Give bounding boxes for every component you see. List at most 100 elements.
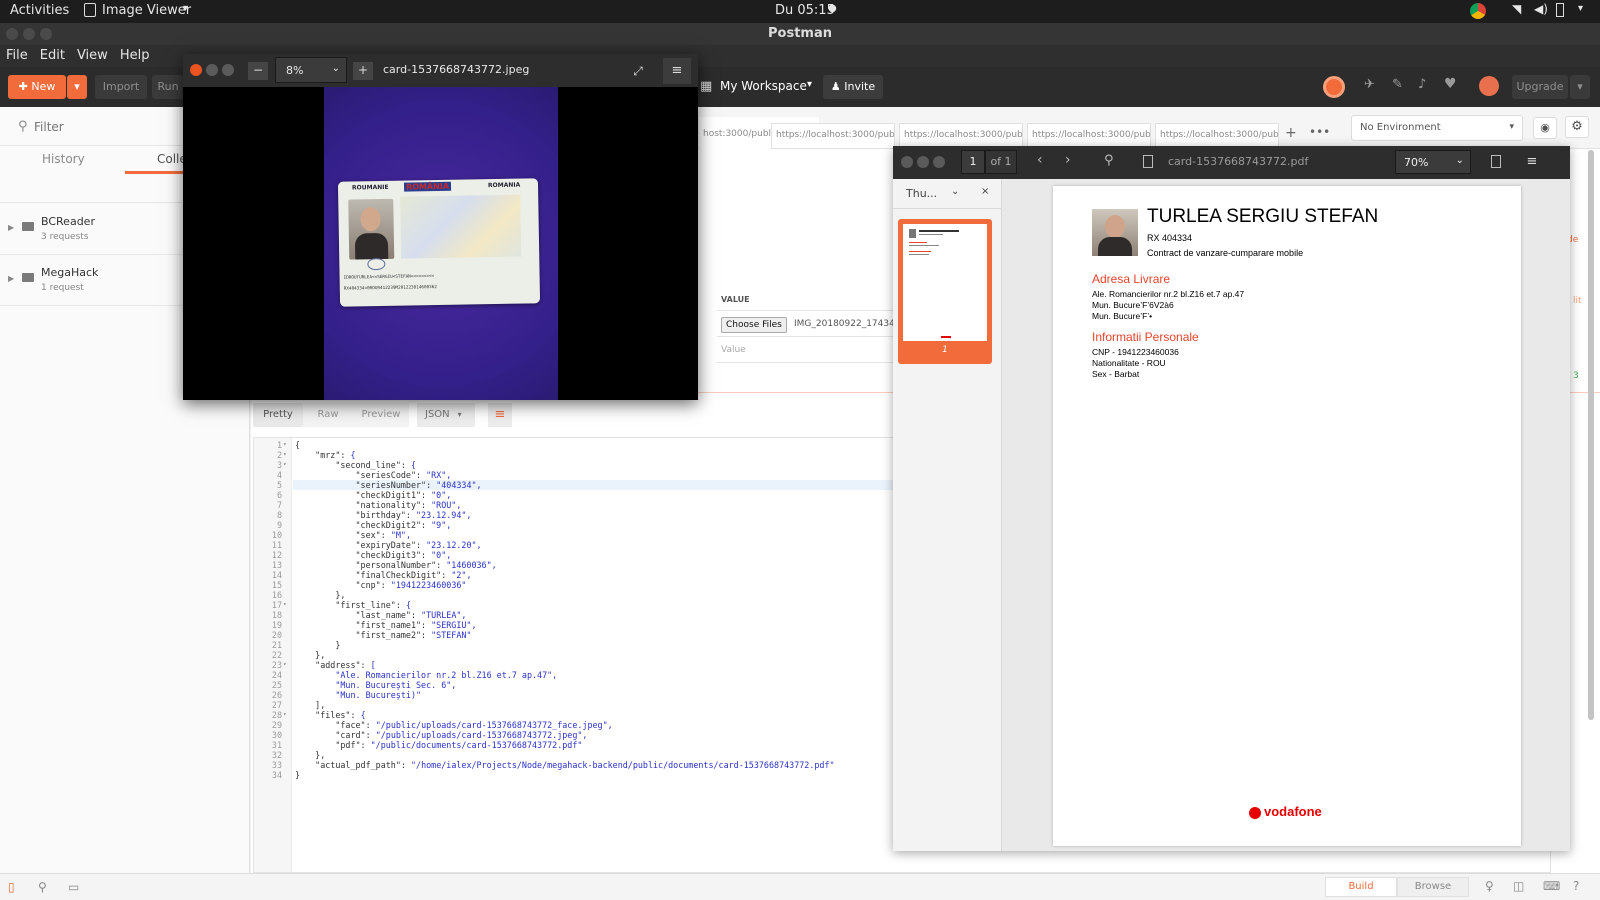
avatar[interactable] [1479, 76, 1499, 96]
choose-files-button[interactable]: Choose Files [721, 317, 787, 333]
close-sidebar-icon[interactable]: × [981, 186, 989, 197]
line-number: 5 [276, 480, 282, 490]
bulk-edit-fragment[interactable]: lit [1573, 296, 1582, 306]
annotations-icon[interactable] [1491, 155, 1501, 168]
tab-pretty[interactable]: Pretty [253, 403, 303, 427]
new-button[interactable]: ✚ New [8, 75, 66, 99]
bell-icon[interactable]: ♪ [1418, 77, 1426, 92]
lightbulb-icon[interactable]: ♀ [1485, 879, 1494, 893]
fullscreen-icon[interactable]: ⤢ [627, 61, 649, 81]
zoom-level-select[interactable]: 8% ⌄ [275, 57, 347, 83]
wifi-icon[interactable]: ◥ [1512, 2, 1521, 16]
activities-button[interactable]: Activities [10, 3, 69, 18]
code-line: "Ale. Romancierilor nr.2 bl.Z16 et.7 ap.… [295, 670, 558, 680]
satellite-icon[interactable]: ✈ [1364, 77, 1375, 92]
page-number-input[interactable]: 1 [961, 150, 985, 174]
code-line: "birthday": "23.12.94", [295, 510, 472, 520]
tab-history[interactable]: History [42, 152, 85, 166]
console-icon[interactable]: ▭ [68, 880, 79, 894]
wrench-icon[interactable]: ✎ [1392, 77, 1403, 92]
caret-right-icon[interactable]: ▶ [8, 274, 14, 283]
minimize-icon[interactable] [206, 64, 218, 76]
menu-file[interactable]: File [0, 45, 34, 63]
maximize-icon[interactable] [222, 64, 234, 76]
close-icon[interactable] [190, 64, 202, 76]
fold-toggle-icon [283, 730, 293, 740]
document-properties-icon[interactable] [1143, 155, 1153, 168]
fold-toggle-icon [283, 760, 293, 770]
maximize-icon[interactable] [40, 28, 52, 40]
request-tab[interactable]: https://localhost:3000/publi [771, 123, 895, 149]
chevron-down-icon[interactable]: ⌄ [951, 186, 959, 197]
hamburger-menu-icon[interactable]: ≡ [1518, 150, 1546, 174]
pdf-zoom-select[interactable]: 70% ⌄ [1395, 150, 1471, 174]
menu-edit[interactable]: Edit [34, 45, 71, 63]
minimize-icon[interactable] [23, 28, 35, 40]
invite-button[interactable]: ♟ Invite [823, 75, 883, 99]
settings-gear-icon[interactable]: ⚙ [1565, 116, 1589, 138]
chrome-icon[interactable] [1470, 3, 1486, 19]
add-tab-icon[interactable]: + [1285, 125, 1297, 141]
fold-toggle-icon [283, 470, 293, 480]
code-line: "first_name2": "STEFAN" [295, 630, 472, 640]
fold-toggle-icon[interactable]: ▾ [283, 460, 293, 470]
build-mode-button[interactable]: Build [1325, 877, 1397, 897]
maximize-icon[interactable] [933, 156, 945, 168]
browse-mode-button[interactable]: Browse [1397, 877, 1469, 897]
caret-right-icon[interactable]: ▶ [8, 223, 14, 232]
volume-icon[interactable]: ◀) [1534, 2, 1548, 16]
menu-view[interactable]: View [71, 45, 114, 63]
find-icon[interactable]: ⚲ [38, 880, 47, 894]
scrollbar[interactable] [1588, 150, 1594, 720]
sidebar-mode-select[interactable]: Thu... [906, 187, 937, 200]
two-pane-icon[interactable]: ◫ [1513, 879, 1524, 893]
tab-raw[interactable]: Raw [303, 403, 353, 427]
toggle-sidebar-icon[interactable]: ▯ [8, 880, 15, 894]
code-line: "files": { [295, 710, 366, 720]
zoom-in-icon[interactable]: + [353, 62, 373, 80]
heart-icon[interactable]: ♥ [1444, 76, 1457, 92]
environment-select[interactable]: No Environment ▾ [1351, 115, 1523, 141]
wrap-lines-icon[interactable]: ≡ [488, 403, 512, 427]
battery-icon[interactable] [1556, 3, 1564, 17]
workspace-selector[interactable]: My Workspace [720, 79, 807, 93]
fold-toggle-icon[interactable]: ▾ [283, 450, 293, 460]
code-line: "nationality": "ROU", [295, 500, 462, 510]
keyboard-icon[interactable]: ⌨ [1543, 879, 1560, 893]
format-select[interactable]: JSON ▾ [417, 403, 475, 427]
fold-markers[interactable]: ▾ ▾ ▾ ▾ ▾ ▾ [283, 440, 293, 780]
eye-icon[interactable]: ◉ [1533, 117, 1557, 139]
close-icon[interactable] [901, 156, 913, 168]
previous-page-icon[interactable]: ‹ [1037, 152, 1043, 168]
line-number: 2 [276, 450, 282, 460]
next-page-icon[interactable]: › [1065, 152, 1071, 168]
fold-toggle-icon[interactable]: ▾ [283, 660, 293, 670]
close-icon[interactable] [6, 28, 18, 40]
help-icon[interactable]: ? [1573, 879, 1579, 893]
new-dropdown-icon[interactable]: ▾ [67, 75, 87, 99]
pdf-filename: card-1537668743772.pdf [1168, 155, 1309, 168]
menu-help[interactable]: Help [114, 45, 156, 63]
system-menu-chevron-icon[interactable]: ▾ [1578, 3, 1583, 14]
upgrade-button[interactable]: Upgrade [1512, 75, 1568, 99]
tab-preview[interactable]: Preview [353, 403, 409, 427]
more-tabs-icon[interactable]: ••• [1309, 125, 1330, 139]
upgrade-dropdown-icon[interactable]: ▾ [1570, 75, 1590, 99]
clock[interactable]: Du 05:15 [775, 3, 835, 18]
import-button[interactable]: Import [95, 75, 147, 99]
hamburger-menu-icon[interactable]: ≡ [663, 58, 691, 84]
line-number: 6 [276, 490, 282, 500]
fold-toggle-icon[interactable]: ▾ [283, 710, 293, 720]
fold-toggle-icon[interactable]: ▾ [283, 440, 293, 450]
sync-icon[interactable] [1323, 76, 1345, 98]
thumb-line [909, 245, 939, 246]
runner-button[interactable]: Run [152, 75, 184, 99]
zoom-out-icon[interactable]: − [248, 62, 268, 80]
minimize-icon[interactable] [917, 156, 929, 168]
page-thumbnail[interactable]: 1 [898, 219, 992, 364]
value-input[interactable]: Value [721, 345, 746, 355]
pdf-address-line: Mun. Bucure’F’6V2à6 [1092, 300, 1174, 310]
search-icon[interactable]: ⚲ [1104, 153, 1114, 168]
fold-toggle-icon[interactable]: ▾ [283, 600, 293, 610]
app-menu[interactable]: Image Viewer [102, 3, 191, 18]
